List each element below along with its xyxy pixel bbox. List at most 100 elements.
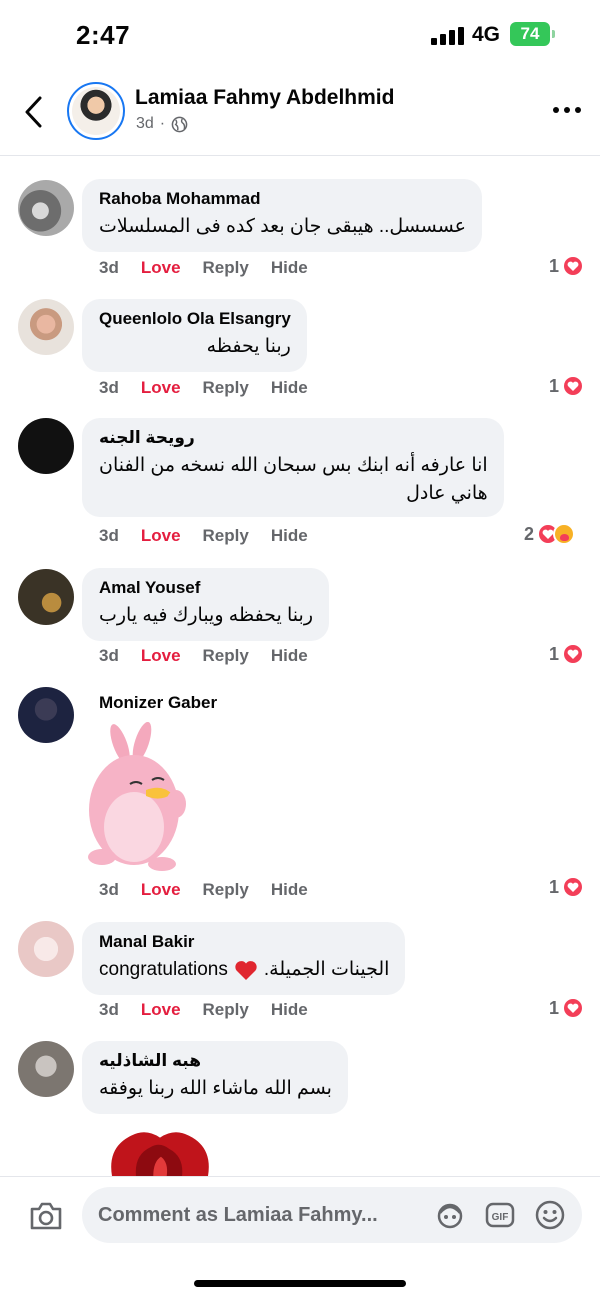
reply-button[interactable]: Reply <box>203 646 249 666</box>
reaction-count: 1 <box>549 876 560 897</box>
comment-text: ربنا يحفظه <box>206 336 291 357</box>
post-time: 3d <box>136 115 154 132</box>
reaction-count: 1 <box>549 643 560 664</box>
love-reaction-icon <box>562 997 585 1019</box>
comment-composer: Comment as Lamiaa Fahmy... GIF <box>0 1176 600 1297</box>
comment-bubble[interactable]: Queenlolo Ola Elsangry ربنا يحفظه <box>82 299 307 372</box>
comment-bubble[interactable]: Manal Bakir congratulations الجينات الجم… <box>82 922 406 995</box>
home-indicator <box>194 1280 406 1287</box>
hide-button[interactable]: Hide <box>271 258 308 278</box>
comment-text: انا عارفه أنه ابنك بس سبحان الله نسخه من… <box>99 455 488 476</box>
reaction-summary[interactable]: 1 <box>549 255 585 277</box>
comment-text-arabic: الجينات الجميلة. <box>263 959 390 980</box>
globe-icon <box>171 116 188 132</box>
reaction-summary[interactable]: 1 <box>549 876 585 898</box>
hide-button[interactable]: Hide <box>271 646 308 666</box>
svg-text:GIF: GIF <box>492 1212 509 1223</box>
gif-icon[interactable]: GIF <box>484 1199 516 1231</box>
comment-time: 3d <box>99 880 119 899</box>
commenter-avatar[interactable] <box>18 1041 74 1097</box>
comment-time: 3d <box>99 646 119 665</box>
reply-button[interactable]: Reply <box>203 258 249 278</box>
love-button[interactable]: Love <box>141 1000 181 1020</box>
back-arrow-icon[interactable] <box>18 92 50 132</box>
comment-actions: 3d Love Reply Hide <box>99 526 330 546</box>
reaction-summary[interactable]: 1 <box>549 643 585 665</box>
comment-actions: 3d Love Reply Hide <box>99 646 330 666</box>
hide-button[interactable]: Hide <box>271 1000 308 1020</box>
status-time: 2:47 <box>76 20 131 50</box>
reaction-count: 1 <box>549 375 560 396</box>
love-button[interactable]: Love <box>141 378 181 398</box>
battery-tip <box>552 30 555 38</box>
comment-actions: 3d Love Reply Hide <box>99 258 330 278</box>
comment-actions: 3d Love Reply Hide <box>99 378 330 398</box>
comment-text: بسم الله ماشاء الله ربنا يوفقه <box>99 1078 332 1099</box>
hide-button[interactable]: Hide <box>271 526 308 546</box>
comment-placeholder: Comment as Lamiaa Fahmy... <box>98 1204 378 1226</box>
love-button[interactable]: Love <box>141 258 181 278</box>
comment-author[interactable]: Rahoba Mohammad <box>99 189 466 209</box>
comment-bubble[interactable]: رويحة الجنه انا عارفه أنه ابنك بس سبحان … <box>82 418 504 517</box>
comment-time: 3d <box>99 258 119 277</box>
commenter-avatar[interactable] <box>18 921 74 977</box>
commenter-avatar[interactable] <box>18 299 74 355</box>
reply-button[interactable]: Reply <box>203 880 249 900</box>
emoji-icon[interactable] <box>534 1199 566 1231</box>
comment-bubble[interactable]: Amal Yousef ربنا يحفظه ويبارك فيه يارب <box>82 568 330 641</box>
comment-author[interactable]: رويحة الجنه <box>99 428 488 448</box>
comment-text: هاني عادل <box>406 483 488 504</box>
author-avatar[interactable] <box>67 82 125 140</box>
reaction-count: 2 <box>524 523 535 544</box>
post-header: Lamiaa Fahmy Abdelhmid 3d · <box>0 72 600 156</box>
love-reaction-icon <box>562 876 585 898</box>
more-options-icon[interactable] <box>549 100 585 120</box>
avatar-sticker-icon[interactable] <box>434 1199 466 1231</box>
network-type: 4G <box>472 23 501 46</box>
comment-author[interactable]: Monizer Gaber <box>99 693 217 713</box>
rose-sticker[interactable] <box>105 1128 215 1176</box>
hide-button[interactable]: Hide <box>271 378 308 398</box>
care-reaction-icon <box>553 523 576 545</box>
comment-time: 3d <box>99 378 119 397</box>
reaction-count: 1 <box>549 997 560 1018</box>
comment-actions: 3d Love Reply Hide <box>99 880 330 900</box>
comment-bubble[interactable]: هبه الشاذليه بسم الله ماشاء الله ربنا يو… <box>82 1041 348 1114</box>
love-button[interactable]: Love <box>141 880 181 900</box>
red-heart-emoji <box>235 960 257 980</box>
bird-sticker[interactable] <box>82 722 192 872</box>
commenter-avatar[interactable] <box>18 569 74 625</box>
reply-button[interactable]: Reply <box>203 378 249 398</box>
commenter-avatar[interactable] <box>18 180 74 236</box>
comment-text: عسسسل.. هيبقى جان بعد كده فى المسلسلات <box>99 216 467 237</box>
love-reaction-icon <box>562 643 585 665</box>
comment-author[interactable]: Amal Yousef <box>99 578 313 598</box>
commenter-avatar[interactable] <box>18 687 74 743</box>
comment-text: congratulations الجينات الجميلة. <box>99 957 389 983</box>
hide-button[interactable]: Hide <box>271 880 308 900</box>
comment-author[interactable]: Queenlolo Ola Elsangry <box>99 309 291 329</box>
comment-author[interactable]: Manal Bakir <box>99 932 389 952</box>
signal-icon <box>431 27 465 45</box>
post-meta: 3d · <box>136 115 188 133</box>
love-button[interactable]: Love <box>141 526 181 546</box>
love-reaction-icon <box>562 375 585 397</box>
comment-author[interactable]: هبه الشاذليه <box>99 1051 332 1071</box>
commenter-avatar[interactable] <box>18 418 74 474</box>
camera-icon[interactable] <box>28 1200 64 1232</box>
reply-button[interactable]: Reply <box>203 1000 249 1020</box>
love-reaction-icon <box>562 255 585 277</box>
reaction-summary[interactable]: 1 <box>549 375 585 397</box>
comment-bubble[interactable]: Rahoba Mohammad عسسسل.. هيبقى جان بعد كد… <box>82 179 483 252</box>
comment-text-latin: congratulations <box>99 959 228 980</box>
author-name[interactable]: Lamiaa Fahmy Abdelhmid <box>135 86 394 110</box>
comment-time: 3d <box>99 526 119 545</box>
reaction-summary[interactable]: 2 <box>524 523 576 545</box>
reply-button[interactable]: Reply <box>203 526 249 546</box>
battery-icon: 74 <box>510 22 550 46</box>
love-button[interactable]: Love <box>141 646 181 666</box>
comment-actions: 3d Love Reply Hide <box>99 1000 330 1020</box>
comment-input[interactable]: Comment as Lamiaa Fahmy... GIF <box>82 1187 582 1243</box>
dot-separator: · <box>159 115 166 132</box>
reaction-summary[interactable]: 1 <box>549 997 585 1019</box>
